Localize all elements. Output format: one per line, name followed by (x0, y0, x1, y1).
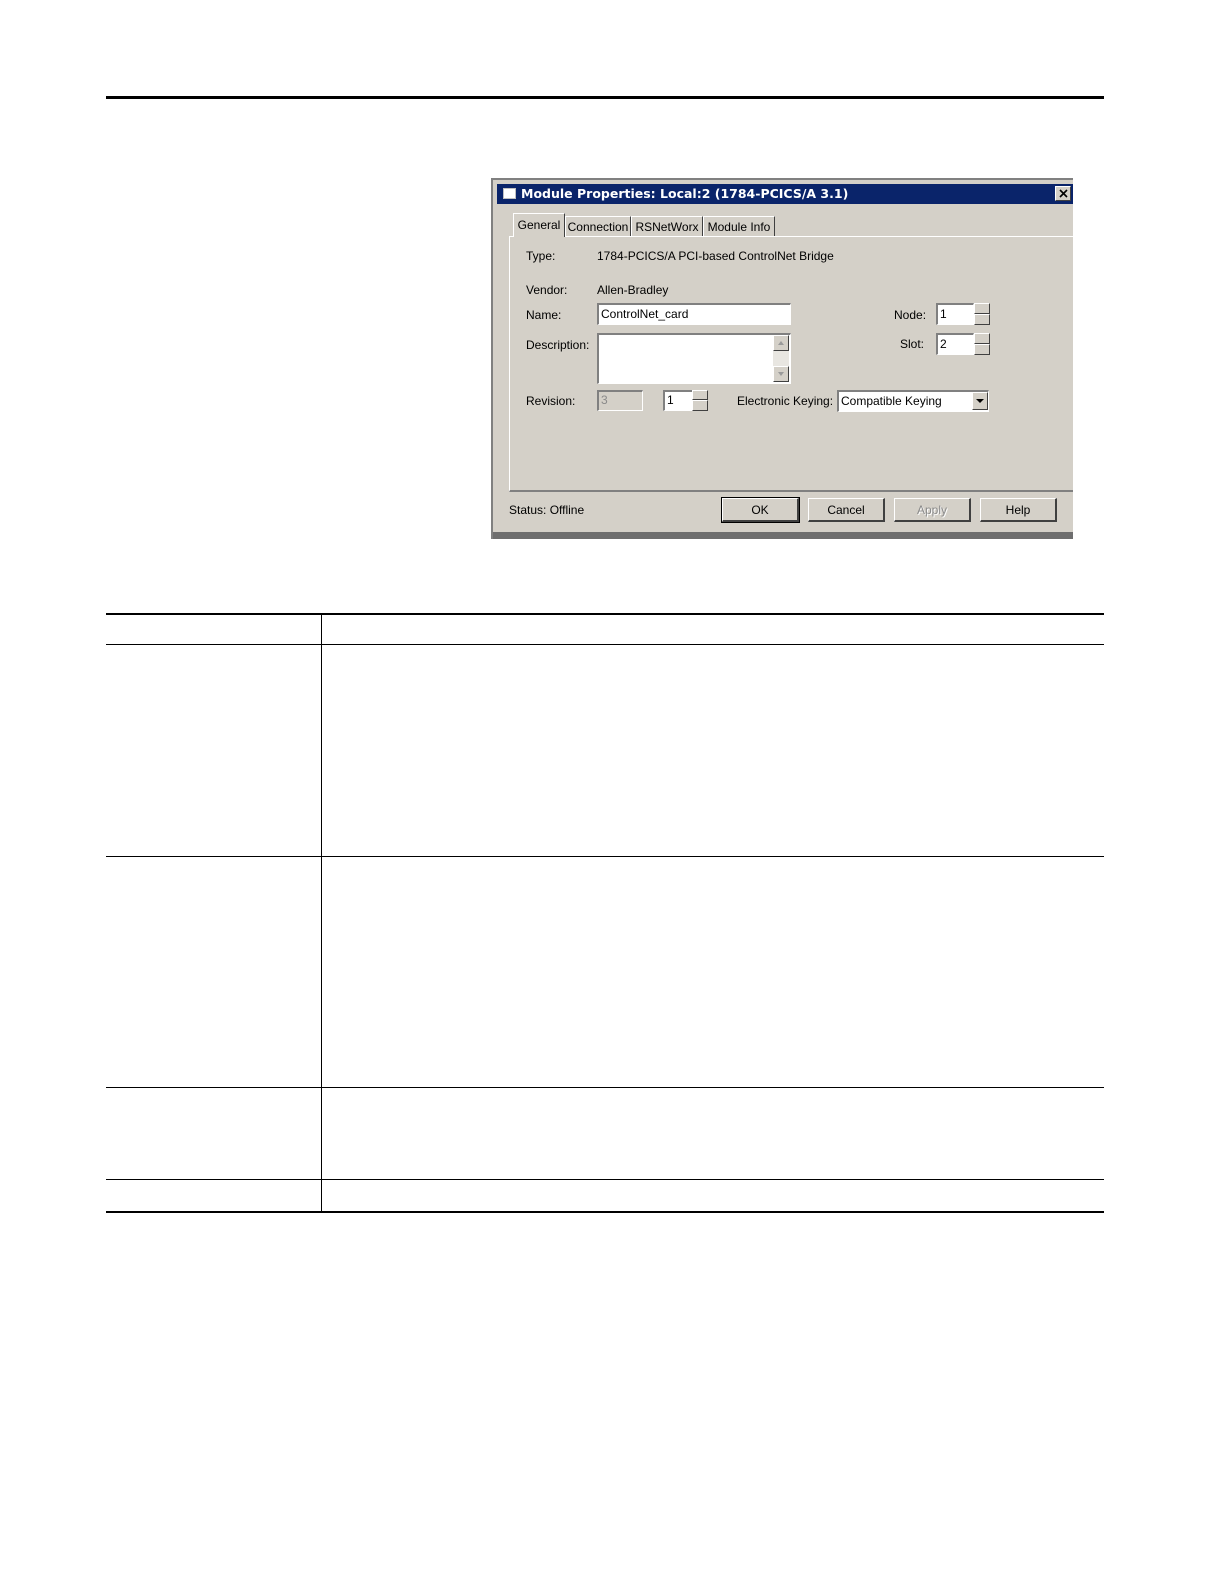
name-input-value: ControlNet_card (601, 307, 689, 321)
node-label: Node: (894, 308, 927, 322)
cancel-button-label: Cancel (827, 503, 865, 517)
tab-connection[interactable]: Connection (565, 216, 631, 236)
table-top-rule (106, 613, 1104, 615)
tab-general-label: General (517, 218, 561, 232)
tab-module-info[interactable]: Module Info (703, 216, 775, 236)
vendor-label: Vendor: (526, 283, 568, 297)
description-scrollbar[interactable] (773, 335, 789, 382)
name-input[interactable]: ControlNet_card (597, 303, 791, 325)
electronic-keying-label: Electronic Keying: (737, 394, 834, 408)
vendor-value: Allen-Bradley (597, 283, 669, 297)
table-header-rule (106, 644, 1104, 645)
arrow-up-icon (778, 341, 784, 345)
dropdown-button[interactable] (972, 392, 988, 410)
node-spinner[interactable] (974, 303, 990, 325)
module-properties-dialog: Module Properties: Local:2 (1784-PCICS/A… (491, 178, 1073, 539)
dialog-title: Module Properties: Local:2 (1784-PCICS/A… (521, 186, 849, 201)
dialog-titlebar[interactable]: Module Properties: Local:2 (1784-PCICS/A… (497, 184, 1073, 204)
close-icon (1059, 189, 1068, 198)
node-spin-up[interactable] (974, 303, 990, 314)
table-row-rule (106, 856, 1104, 857)
description-label: Description: (526, 338, 590, 352)
table-bottom-rule (106, 1211, 1104, 1213)
ok-button-label: OK (751, 503, 769, 517)
apply-button-label: Apply (916, 503, 948, 517)
help-button-label: Help (1005, 503, 1031, 517)
revision-label: Revision: (526, 394, 576, 408)
slot-input[interactable]: 2 (936, 333, 974, 355)
electronic-keying-value: Compatible Keying (841, 394, 942, 408)
revision-minor-value: 1 (667, 393, 674, 407)
node-input[interactable]: 1 (936, 303, 974, 325)
help-button[interactable]: Help (980, 498, 1057, 522)
tab-rsnetworx-label: RSNetWorx (635, 220, 699, 234)
chevron-down-icon (976, 399, 984, 403)
tab-connection-label: Connection (567, 220, 629, 234)
cancel-button[interactable]: Cancel (808, 498, 885, 522)
close-button[interactable] (1055, 186, 1071, 201)
revision-spin-down[interactable] (692, 400, 708, 411)
window-icon (503, 188, 516, 199)
apply-button: Apply (894, 498, 971, 522)
electronic-keying-select[interactable]: Compatible Keying (837, 390, 989, 412)
status-text: Status: Offline (509, 503, 585, 517)
tab-rsnetworx[interactable]: RSNetWorx (631, 216, 703, 236)
table-row-rule (106, 1087, 1104, 1088)
tab-general[interactable]: General (513, 213, 565, 237)
node-input-value: 1 (940, 307, 947, 321)
table-row-rule (106, 1179, 1104, 1180)
scroll-down-button[interactable] (773, 366, 789, 382)
description-textarea[interactable] (597, 333, 791, 384)
type-value: 1784-PCICS/A PCI-based ControlNet Bridge (597, 249, 834, 263)
revision-major-field: 3 (597, 390, 643, 411)
arrow-down-icon (778, 372, 784, 376)
tab-module-info-label: Module Info (707, 220, 771, 234)
slot-spin-up[interactable] (974, 333, 990, 344)
name-label: Name: (526, 308, 562, 322)
page-top-rule (106, 96, 1104, 99)
revision-minor-spinner[interactable] (692, 390, 708, 411)
revision-minor-input[interactable]: 1 (663, 390, 693, 411)
type-label: Type: (526, 249, 556, 263)
revision-spin-up[interactable] (692, 390, 708, 400)
table-column-divider (321, 614, 322, 1212)
scroll-up-button[interactable] (773, 335, 789, 351)
node-spin-down[interactable] (974, 314, 990, 325)
slot-spin-down[interactable] (974, 344, 990, 355)
slot-spinner[interactable] (974, 333, 990, 355)
ok-button[interactable]: OK (721, 497, 800, 523)
general-tab-panel (509, 236, 1073, 492)
revision-major-value: 3 (601, 393, 608, 407)
slot-input-value: 2 (940, 337, 947, 351)
slot-label: Slot: (900, 337, 925, 351)
